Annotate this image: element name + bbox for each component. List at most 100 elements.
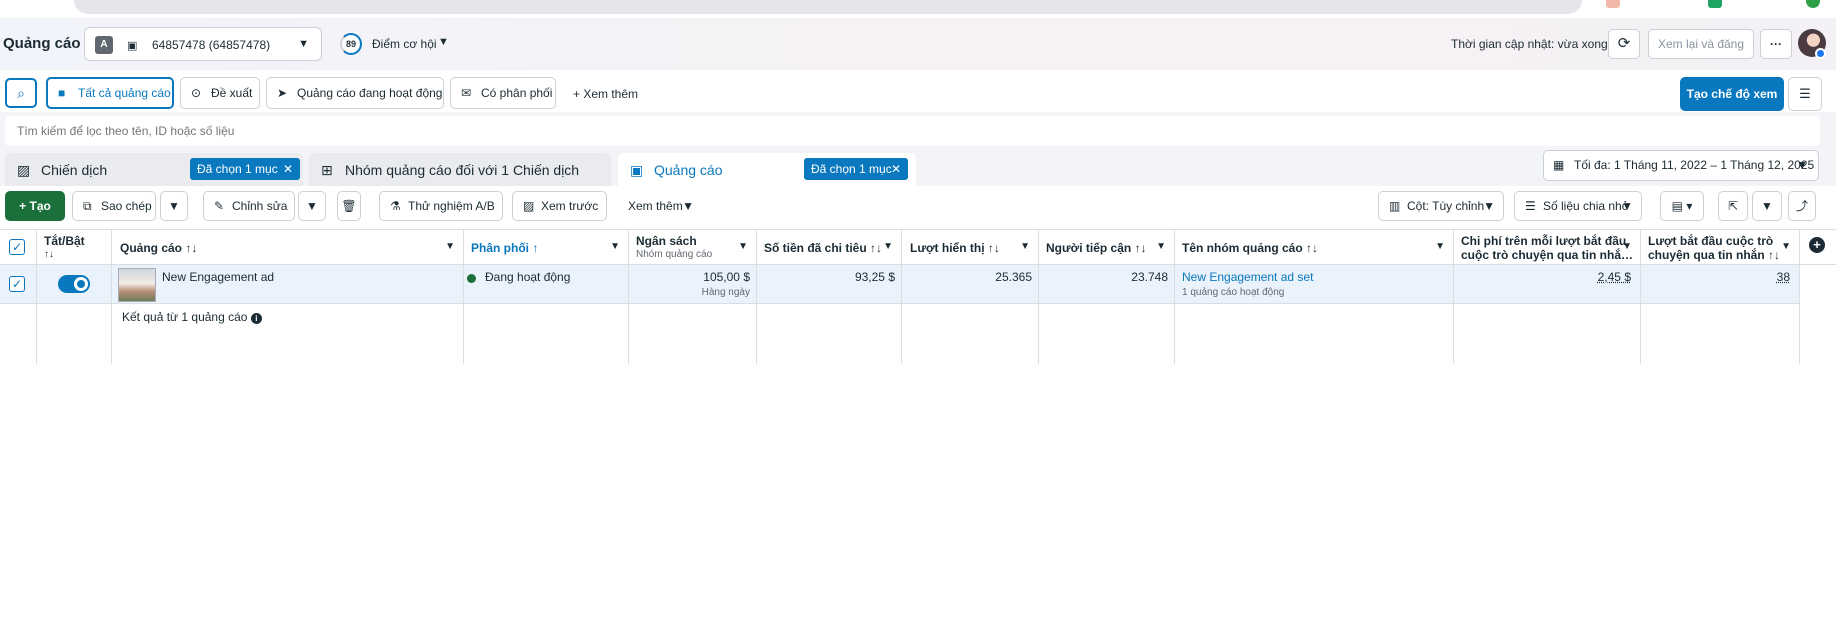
- column-divider: [1038, 229, 1039, 364]
- tab-campaigns[interactable]: ▨ Chiến dịch Đã chọn 1 mục ✕: [5, 153, 303, 186]
- more-actions-button[interactable]: Xem thêm ▼: [617, 191, 703, 221]
- duplicate-button[interactable]: ⧉ Sao chép: [72, 191, 156, 221]
- column-spent[interactable]: Số tiền đã chi tiêu ↑↓ ▼: [756, 230, 901, 266]
- extension-icon[interactable]: [1708, 0, 1722, 8]
- refresh-button[interactable]: ⟳: [1608, 29, 1640, 59]
- ad-toggle[interactable]: [58, 275, 90, 293]
- sort-icon[interactable]: ↑↓: [1135, 241, 1147, 255]
- breakdown-button[interactable]: ☰ Số liệu chia nhỏ ▼: [1514, 191, 1642, 221]
- column-adset-name[interactable]: Tên nhóm quảng cáo ↑↓ ▼: [1174, 230, 1453, 266]
- filter-all-ads[interactable]: ■ Tất cả quảng cáo: [46, 77, 174, 109]
- selection-chip[interactable]: Đã chọn 1 mục ✕: [804, 158, 908, 180]
- column-reach[interactable]: Người tiếp cận ↑↓ ▼: [1038, 230, 1174, 266]
- filter-label: Xem thêm: [583, 87, 639, 101]
- column-conversations[interactable]: Lượt bắt đầu cuộc trò chuyện qua tin nhắn…: [1640, 230, 1799, 266]
- ad-thumbnail[interactable]: [118, 268, 156, 302]
- extension-icon[interactable]: [1606, 0, 1620, 8]
- opportunity-score-label[interactable]: Điểm cơ hội: [372, 37, 437, 51]
- column-ad-name[interactable]: Quảng cáo ↑↓ ▼: [112, 230, 463, 266]
- selection-chip[interactable]: Đã chọn 1 mục ✕: [190, 158, 300, 180]
- close-icon[interactable]: ✕: [891, 158, 901, 180]
- address-bar[interactable]: [74, 0, 1582, 14]
- trash-icon: 🗑: [341, 199, 357, 213]
- duplicate-dropdown[interactable]: ▼: [160, 191, 188, 221]
- see-more-filters[interactable]: + Xem thêm: [573, 87, 638, 101]
- create-button[interactable]: + Tạo: [5, 191, 65, 221]
- account-selector[interactable]: A ▣ 64857478 (64857478) ▼: [84, 27, 322, 61]
- filter-suggested[interactable]: ⊙ Đề xuất: [180, 77, 260, 109]
- column-cost-per-conversation[interactable]: Chi phí trên mỗi lượt bắt đầu cuộc trò ch…: [1453, 230, 1640, 266]
- sort-up-icon[interactable]: ↑: [532, 241, 538, 255]
- chevron-down-icon[interactable]: ▼: [1156, 241, 1166, 252]
- column-impressions[interactable]: Lượt hiển thị ↑↓ ▼: [902, 230, 1038, 266]
- column-divider: [1453, 229, 1454, 364]
- chevron-down-icon[interactable]: ▼: [1781, 241, 1791, 252]
- copy-icon: ⧉: [83, 199, 92, 213]
- filter-label: Tất cả quảng cáo: [78, 86, 171, 100]
- chevron-down-icon[interactable]: ▼: [1020, 241, 1030, 252]
- info-icon[interactable]: i: [250, 313, 262, 324]
- sort-icon[interactable]: ↑↓: [185, 241, 197, 255]
- tab-ad-sets[interactable]: ⊞ Nhóm quảng cáo đối với 1 Chiến dịch: [309, 153, 611, 186]
- edit-button[interactable]: ✎ Chỉnh sửa: [203, 191, 295, 221]
- opportunity-score-icon[interactable]: 89: [340, 33, 362, 55]
- select-all-checkbox[interactable]: ✓: [9, 239, 25, 255]
- chevron-down-icon[interactable]: ▼: [1622, 241, 1632, 252]
- edit-dropdown[interactable]: ▼: [298, 191, 326, 221]
- export-dropdown[interactable]: ▼: [1752, 191, 1782, 221]
- profile-icon[interactable]: [1806, 0, 1820, 8]
- summary-text: Kết quả từ 1 quảng cáo: [122, 310, 248, 324]
- toggle-knob: [74, 277, 88, 291]
- search-button[interactable]: ⌕: [5, 78, 37, 108]
- sliders-icon: ☰: [1799, 86, 1811, 101]
- chevron-down-icon[interactable]: ▼: [438, 36, 449, 48]
- row-checkbox[interactable]: ✓: [9, 276, 25, 292]
- column-label: Tên nhóm quảng cáo: [1182, 241, 1303, 255]
- level-tabs: ▨ Chiến dịch Đã chọn 1 mục ✕ ⊞ Nhóm quảng…: [0, 150, 1836, 186]
- columns-button[interactable]: ▥ Cột: Tùy chỉnh ▼: [1378, 191, 1504, 221]
- chevron-down-icon: ▼: [1621, 199, 1633, 213]
- button-label: Sao chép: [101, 199, 152, 213]
- column-delivery[interactable]: Phân phối ↑ ▼: [463, 230, 628, 266]
- close-icon[interactable]: ✕: [283, 158, 293, 180]
- more-options-button[interactable]: ···: [1760, 29, 1792, 59]
- chevron-down-icon[interactable]: ▼: [445, 241, 455, 252]
- filter-delivering[interactable]: ✉ Có phân phối: [450, 77, 556, 109]
- sort-icon[interactable]: ↑↓: [870, 241, 882, 255]
- column-label: Lượt hiển thị: [910, 241, 985, 255]
- export-button[interactable]: ⇱: [1718, 191, 1748, 221]
- sort-icon[interactable]: ↑↓: [988, 241, 1000, 255]
- grid-icon: ⊞: [321, 162, 333, 178]
- search-input[interactable]: [5, 116, 1820, 146]
- date-range-picker[interactable]: ▦ Tối đa: 1 Tháng 11, 2022 – 1 Tháng 12,…: [1543, 150, 1819, 181]
- calendar-icon: ▦: [1553, 158, 1565, 172]
- sort-icon[interactable]: ↑↓: [44, 249, 54, 260]
- column-toggle[interactable]: Tắt/Bật ↑↓: [36, 230, 111, 266]
- chevron-down-icon[interactable]: ▼: [1435, 241, 1445, 252]
- sort-icon[interactable]: ↑↓: [1306, 241, 1318, 255]
- columns-icon: ▥: [1389, 199, 1401, 213]
- charts-button[interactable]: ⤴: [1788, 191, 1816, 221]
- chevron-down-icon[interactable]: ▼: [883, 241, 893, 252]
- chevron-down-icon: ▼: [1796, 158, 1808, 172]
- reports-icon: ▤ ▾: [1671, 199, 1693, 213]
- ab-test-button[interactable]: ⚗ Thử nghiệm A/B: [379, 191, 503, 221]
- delete-button[interactable]: 🗑: [337, 191, 361, 221]
- filter-bar: ⌕ ■ Tất cả quảng cáo ⊙ Đề xuất ➤ Quảng cáo …: [0, 70, 1836, 112]
- chevron-down-icon[interactable]: ▼: [610, 241, 620, 252]
- reports-button[interactable]: ▤ ▾: [1660, 191, 1704, 221]
- view-settings-button[interactable]: ☰: [1788, 77, 1822, 111]
- create-view-button[interactable]: Tạo chế độ xem: [1680, 77, 1784, 111]
- add-column-button[interactable]: +: [1800, 230, 1836, 266]
- filter-active-ads[interactable]: ➤ Quảng cáo đang hoạt động: [266, 77, 444, 109]
- column-budget[interactable]: Ngân sách Nhóm quảng cáo ▼: [628, 230, 756, 266]
- chevron-down-icon[interactable]: ▼: [738, 241, 748, 252]
- account-badge: A: [95, 36, 113, 54]
- preview-button[interactable]: ▨ Xem trước: [512, 191, 607, 221]
- table-row[interactable]: ✓ New Engagement ad Đang hoạt động 105,0…: [0, 265, 1800, 304]
- tab-ads[interactable]: ▣ Quảng cáo Đã chọn 1 mục ✕: [618, 153, 916, 186]
- chevron-down-icon: ▼: [168, 199, 180, 213]
- review-publish-button[interactable]: Xem lại và đăng: [1648, 29, 1754, 59]
- status-dot-icon: [467, 274, 476, 283]
- sort-icon[interactable]: ↑↓: [1768, 248, 1780, 262]
